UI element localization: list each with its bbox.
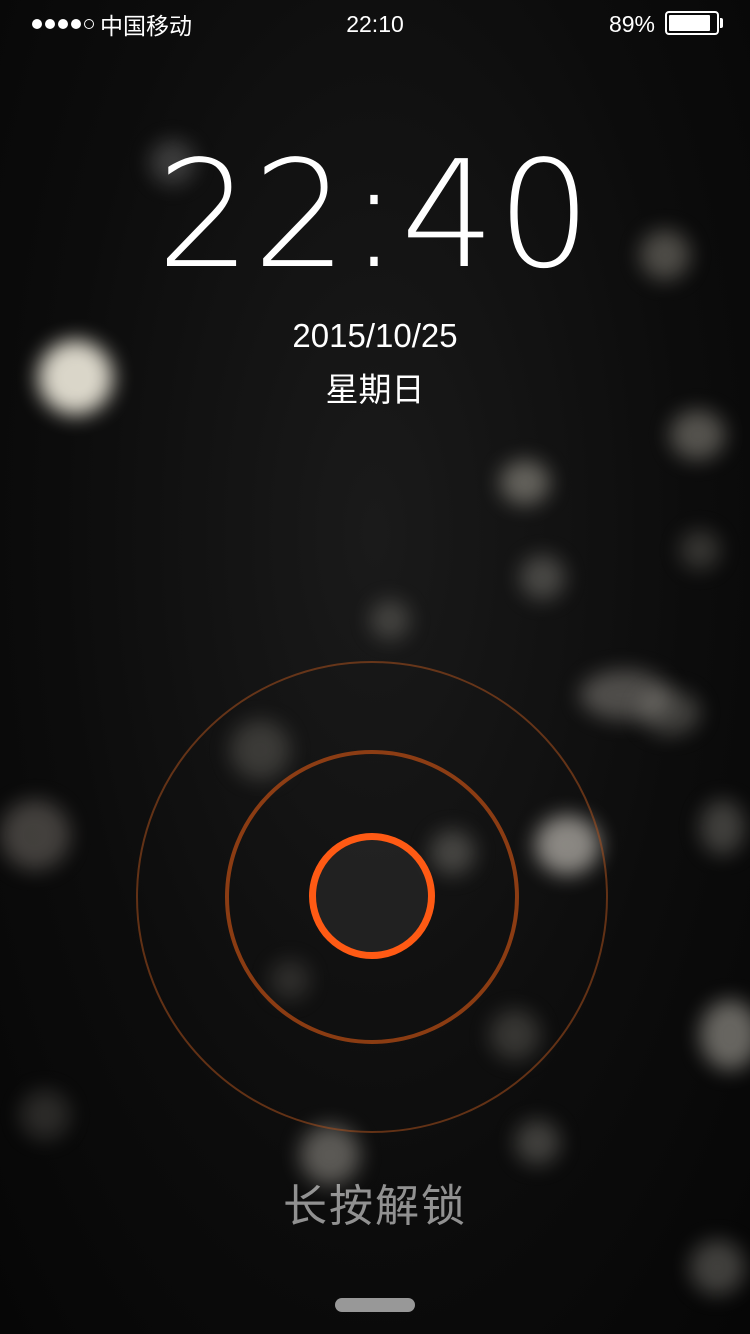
unlock-button[interactable] [309, 833, 435, 959]
battery-level [669, 15, 710, 31]
unlock-hint: 长按解锁 [283, 1182, 467, 1231]
battery-cap [720, 18, 723, 28]
lock-date: 2015/10/25 [292, 317, 458, 354]
home-indicator[interactable] [335, 1298, 415, 1312]
battery-percentage: 89% [608, 11, 655, 37]
lock-weekday: 星期日 [325, 371, 425, 408]
status-bar: 中国移动 22:10 89% [0, 0, 750, 50]
battery-icon [665, 11, 719, 35]
lock-clock: 22:40 [156, 129, 594, 301]
